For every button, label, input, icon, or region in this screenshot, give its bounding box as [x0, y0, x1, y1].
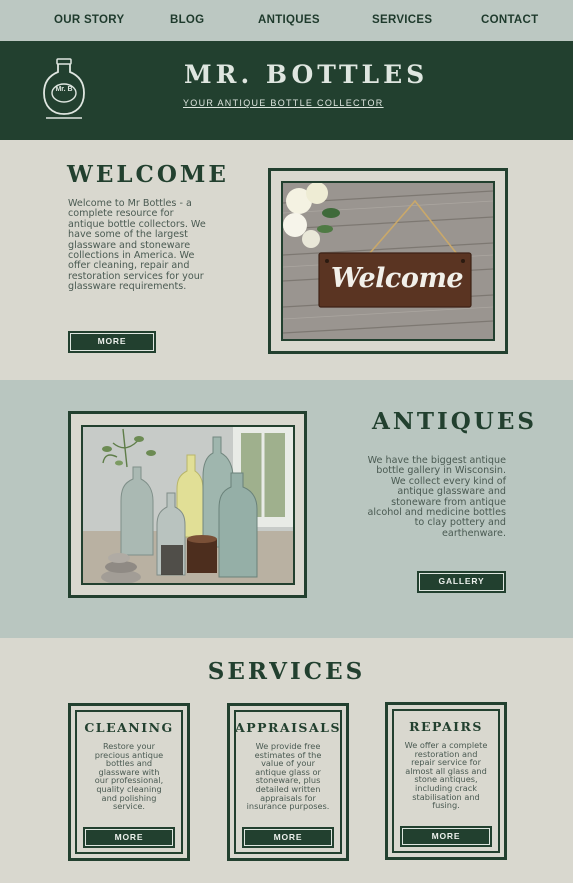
- antiques-text: We have the biggest antique bottle galle…: [306, 455, 506, 539]
- service-card-appraisals: APPRAISALS We provide free estimates of …: [227, 703, 349, 861]
- card-line: insurance purposes.: [246, 801, 330, 812]
- card-title: REPAIRS: [409, 719, 483, 734]
- site-tagline: YOUR ANTIQUE BOTTLE COLLECTOR: [183, 98, 384, 108]
- welcome-image-frame: Welcome: [268, 168, 508, 354]
- card-line: fusing.: [432, 800, 460, 811]
- service-card-repairs: REPAIRS We offer a complete restoration …: [385, 702, 507, 860]
- welcome-line: glassware requirements.: [68, 281, 187, 293]
- card-text: Restore your precious antique bottles an…: [79, 742, 179, 811]
- top-nav: OUR STORY BLOG ANTIQUES SERVICES CONTACT: [0, 0, 573, 41]
- nav-antiques[interactable]: ANTIQUES: [258, 14, 320, 26]
- card-line: service.: [113, 801, 145, 812]
- services-heading: SERVICES: [207, 658, 366, 685]
- card-text: We provide free estimates of the value o…: [238, 742, 338, 811]
- antiques-heading: ANTIQUES: [372, 408, 537, 435]
- gallery-button-label: GALLERY: [419, 573, 504, 591]
- card-button-label: MORE: [244, 829, 332, 846]
- welcome-text: Welcome to Mr Bottles - a complete resou…: [68, 198, 268, 293]
- welcome-more-button[interactable]: MORE: [68, 331, 156, 353]
- cleaning-more-button[interactable]: MORE: [83, 827, 175, 848]
- card-title: CLEANING: [84, 720, 174, 735]
- antiques-image-frame: [68, 411, 307, 598]
- nav-contact[interactable]: CONTACT: [481, 14, 538, 26]
- repairs-more-button[interactable]: MORE: [400, 826, 492, 847]
- nav-blog[interactable]: BLOG: [170, 14, 204, 26]
- card-button-label: MORE: [402, 828, 490, 845]
- antiques-bottles-image: [81, 425, 295, 585]
- welcome-sign-text: Welcome: [330, 263, 464, 294]
- service-card-cleaning: CLEANING Restore your precious antique b…: [68, 703, 190, 861]
- card-button-label: MORE: [85, 829, 173, 846]
- antiques-line: earthenware.: [442, 527, 506, 539]
- nav-our-story[interactable]: OUR STORY: [54, 14, 124, 26]
- gallery-button[interactable]: GALLERY: [417, 571, 506, 593]
- card-text: We offer a complete restoration and repa…: [396, 741, 496, 810]
- welcome-heading: WELCOME: [67, 161, 229, 188]
- site-title: MR. BOTTLES: [184, 60, 429, 89]
- appraisals-more-button[interactable]: MORE: [242, 827, 334, 848]
- card-title: APPRAISALS: [235, 720, 341, 735]
- nav-services[interactable]: SERVICES: [372, 14, 432, 26]
- welcome-more-label: MORE: [70, 333, 154, 351]
- welcome-sign-image: Welcome: [281, 181, 495, 341]
- logo-text: Mr. B: [55, 86, 73, 93]
- bottle-logo-icon[interactable]: Mr. B: [42, 58, 86, 124]
